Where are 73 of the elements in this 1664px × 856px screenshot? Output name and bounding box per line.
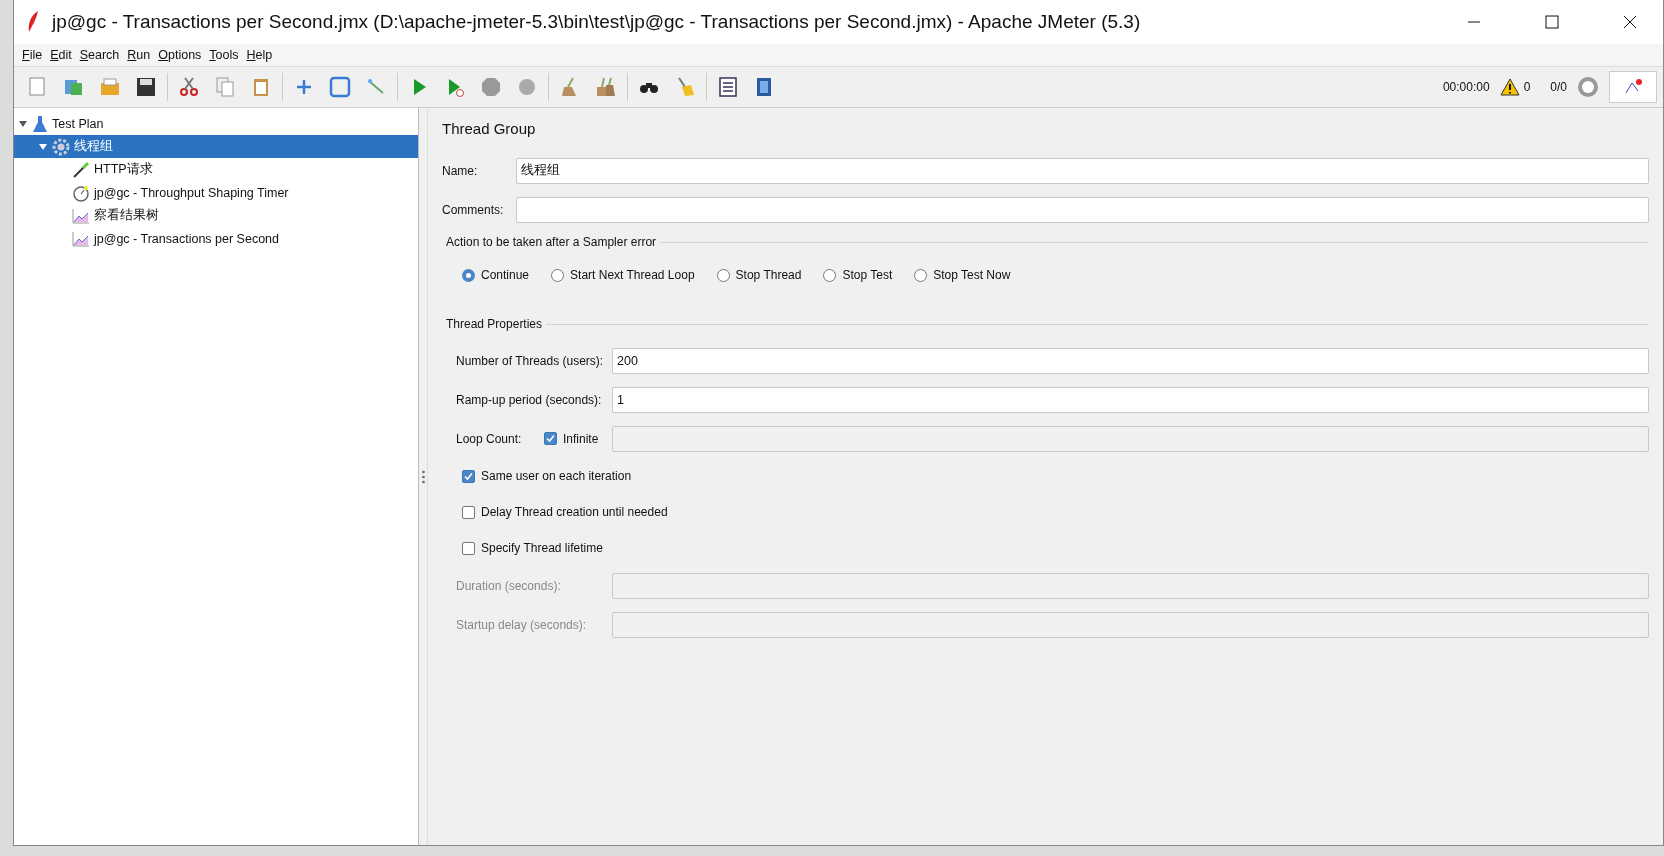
tree-item[interactable]: jp@gc - Throughput Shaping Timer	[14, 181, 418, 204]
radio-icon[interactable]	[551, 268, 565, 282]
pipette-icon	[72, 160, 90, 179]
checkbox-icon[interactable]	[462, 541, 475, 555]
comments-field[interactable]	[516, 196, 1649, 223]
checkbox-icon[interactable]	[462, 469, 475, 483]
checkbox-icon[interactable]	[544, 432, 557, 445]
tree-item[interactable]: Test Plan	[14, 112, 418, 135]
stopwatch-icon	[72, 183, 90, 202]
scissors-icon	[177, 75, 201, 99]
startup-delay-field[interactable]	[612, 611, 1649, 638]
infinite-checkbox[interactable]: Infinite	[544, 431, 612, 446]
section-title: Action to be taken after a Sampler error	[446, 235, 657, 249]
radio-icon[interactable]	[823, 268, 837, 282]
broom-all-icon	[594, 75, 618, 99]
radio-option[interactable]: Stop Test	[823, 268, 893, 282]
name-field[interactable]: 线程组	[516, 157, 1649, 184]
tree-item[interactable]: 线程组	[14, 135, 418, 158]
close-icon	[1623, 15, 1637, 29]
loop-count-field[interactable]	[612, 425, 1649, 452]
window-title: jp@gc - Transactions per Second.jmx (D:\apache-jmeter-5.3\bin\test\jp@gc - Transactions per Second.jmx) - Apache JMeter (5.3)	[52, 11, 1142, 33]
elapsed-time: 00:00:00	[1442, 80, 1490, 94]
radio-option[interactable]: Stop Test Now	[914, 268, 1011, 282]
graph-icon	[72, 207, 90, 224]
warning-icon[interactable]	[1499, 78, 1520, 96]
section-title: Thread Properties	[446, 317, 543, 331]
radio-icon[interactable]	[914, 268, 928, 282]
graph-icon	[72, 230, 90, 247]
checkbox-icon[interactable]	[462, 505, 475, 519]
radio-option[interactable]: Stop Thread	[716, 268, 802, 282]
radio-option[interactable]: Start Next Thread Loop	[551, 268, 695, 282]
radio-icon[interactable]	[462, 268, 475, 282]
menu-item[interactable]: Options	[154, 48, 206, 62]
maximize-icon	[1545, 15, 1559, 29]
field-label: Name:	[442, 163, 479, 178]
field-label: Comments:	[442, 202, 505, 217]
tree-item[interactable]: HTTP请求	[14, 158, 418, 181]
menu-item[interactable]: Edit	[46, 48, 76, 62]
gear-icon	[52, 137, 70, 156]
radio-icon[interactable]	[716, 268, 730, 282]
thread-count: 0/0	[1550, 80, 1567, 94]
menu-item[interactable]: Tools	[205, 48, 243, 62]
threads-field[interactable]: 200	[612, 347, 1649, 374]
status-indicator-icon	[1577, 76, 1599, 98]
menu-item[interactable]: Help	[242, 48, 277, 62]
splitter-handle[interactable]	[419, 108, 428, 845]
expand-arrow-icon[interactable]	[18, 118, 28, 129]
tree-item[interactable]: 察看结果树	[14, 204, 418, 227]
menu-item[interactable]: Run	[123, 48, 155, 62]
tree-item[interactable]: jp@gc - Transactions per Second	[14, 227, 418, 250]
checkbox-option[interactable]: Specify Thread lifetime	[442, 530, 1649, 566]
checkbox-option[interactable]: Delay Thread creation until needed	[442, 494, 1649, 530]
copy-icon	[213, 75, 237, 99]
menu-item[interactable]: Search	[75, 48, 124, 62]
log-viewer-button[interactable]	[1609, 71, 1657, 103]
save-icon	[134, 75, 158, 99]
field-label: Startup delay (seconds):	[456, 617, 588, 632]
field-label: Loop Count:	[456, 431, 523, 446]
field-label: Duration (seconds):	[456, 578, 562, 593]
menu-item[interactable]: File	[18, 48, 47, 62]
warning-count: 0	[1523, 80, 1531, 94]
flask-icon	[32, 114, 48, 133]
radio-option[interactable]: Continue	[462, 268, 530, 282]
rampup-field[interactable]: 1	[612, 386, 1649, 413]
duration-field[interactable]	[612, 572, 1649, 599]
stop-icon	[479, 75, 503, 99]
expand-arrow-icon[interactable]	[38, 141, 48, 152]
checkbox-option[interactable]: Same user on each iteration	[442, 458, 1649, 494]
panel-title: Thread Group	[442, 120, 537, 137]
field-label: Ramp-up period (seconds):	[456, 392, 603, 407]
feather-icon	[26, 10, 40, 34]
field-label: Number of Threads (users):	[456, 353, 605, 368]
list-icon	[716, 75, 740, 99]
